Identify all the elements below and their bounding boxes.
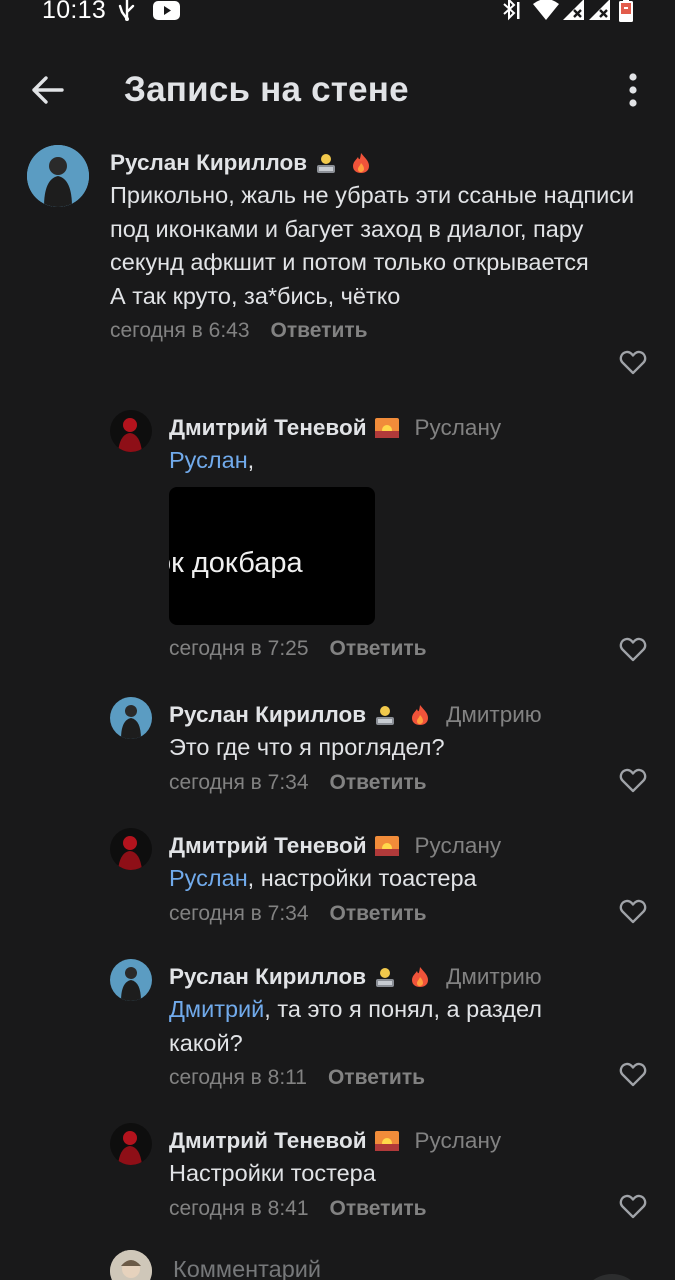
comment-time: сегодня в 7:34 xyxy=(169,901,309,925)
reply-button[interactable]: Ответить xyxy=(330,637,427,661)
avatar[interactable] xyxy=(110,959,152,1001)
heart-icon[interactable] xyxy=(619,636,647,662)
avatar[interactable] xyxy=(27,145,89,207)
comment-text: Руслан, настройки тоастера xyxy=(169,865,477,891)
heart-icon[interactable] xyxy=(619,767,647,793)
reply-button[interactable]: Ответить xyxy=(328,1066,425,1090)
send-button[interactable] xyxy=(580,1274,644,1280)
avatar[interactable] xyxy=(110,1123,152,1165)
fire-emoji xyxy=(412,705,429,725)
reply-to[interactable]: Руслану xyxy=(415,833,502,859)
comment-text: Прикольно, жаль не убрать эти ссаные над… xyxy=(110,182,635,309)
heart-icon[interactable] xyxy=(619,349,647,375)
comment-text: Настройки тостера xyxy=(169,1160,376,1186)
app-header: Запись на стене xyxy=(0,40,675,140)
comment-input[interactable]: Комментарий xyxy=(173,1256,321,1280)
comment-author[interactable]: Руслан Кириллов xyxy=(110,150,307,176)
screen: 10:13 Запись на стене Руслан Кириллов Пр… xyxy=(0,0,675,1280)
comment-body: Дмитрий Теневой Руслану Руслан, ок докба… xyxy=(169,413,639,664)
avatar-image xyxy=(110,697,152,739)
comment-item: Руслан Кириллов Дмитрию Это где что я пр… xyxy=(0,697,675,807)
avatar-image xyxy=(110,1123,152,1165)
avatar-image xyxy=(110,410,152,452)
page-title: Запись на стене xyxy=(124,70,409,109)
sunset-emoji xyxy=(374,1131,399,1151)
comment-body: Дмитрий Теневой Руслану Настройки тостер… xyxy=(169,1126,639,1224)
avatar[interactable] xyxy=(110,828,152,870)
comment-time: сегодня в 8:41 xyxy=(169,1196,309,1220)
comment-time: сегодня в 6:43 xyxy=(110,319,250,342)
sunset-emoji xyxy=(374,418,399,438)
status-time: 10:13 xyxy=(42,0,107,24)
image-attachment[interactable]: ок докбара xyxy=(169,486,375,625)
technologist-emoji xyxy=(317,154,336,173)
comment-text: Это где что я проглядел? xyxy=(169,734,445,760)
more-vertical-icon[interactable] xyxy=(610,66,656,114)
heart-icon[interactable] xyxy=(619,1193,647,1219)
comment-author[interactable]: Дмитрий Теневой xyxy=(169,1128,367,1154)
comment-item: Руслан Кириллов Прикольно, жаль не убрат… xyxy=(0,145,675,385)
comment-author[interactable]: Дмитрий Теневой xyxy=(169,415,367,441)
sunset-emoji xyxy=(374,836,399,856)
avatar xyxy=(110,1250,152,1280)
reply-button[interactable]: Ответить xyxy=(330,771,427,795)
signal-icon xyxy=(563,0,584,20)
reply-button[interactable]: Ответить xyxy=(271,319,368,343)
comment-text: Руслан, xyxy=(169,447,255,473)
comment-author[interactable]: Дмитрий Теневой xyxy=(169,833,367,859)
status-bar: 10:13 xyxy=(0,0,675,24)
comment-author[interactable]: Руслан Кириллов xyxy=(169,702,366,728)
comment-item: Руслан Кириллов Дмитрию Дмитрий, та это … xyxy=(0,959,675,1099)
avatar-image xyxy=(110,828,152,870)
usb-icon xyxy=(118,0,135,21)
comment-composer: Комментарий xyxy=(0,1238,675,1280)
technologist-emoji xyxy=(376,968,395,987)
avatar-image xyxy=(27,145,89,207)
mention-link[interactable]: Руслан xyxy=(169,865,248,891)
comment-item: Дмитрий Теневой Руслану Руслан, ок докба… xyxy=(0,410,675,670)
comment-text: Дмитрий, та это я понял, а раздел какой? xyxy=(169,996,542,1056)
mention-link[interactable]: Руслан xyxy=(169,447,248,473)
bluetooth-icon xyxy=(503,0,520,21)
technologist-emoji xyxy=(376,706,395,725)
reply-to[interactable]: Дмитрию xyxy=(446,964,542,990)
comment-time: сегодня в 7:34 xyxy=(169,770,309,794)
comment-body: Руслан Кириллов Прикольно, жаль не убрат… xyxy=(110,148,655,346)
comment-body: Руслан Кириллов Дмитрию Дмитрий, та это … xyxy=(169,962,614,1093)
fire-emoji xyxy=(412,967,429,987)
wifi-icon xyxy=(533,0,559,20)
heart-icon[interactable] xyxy=(619,898,647,924)
heart-icon[interactable] xyxy=(619,1061,647,1087)
comment-time: сегодня в 8:11 xyxy=(169,1066,307,1089)
battery-icon xyxy=(619,0,633,22)
avatar[interactable] xyxy=(110,697,152,739)
reply-button[interactable]: Ответить xyxy=(330,1197,427,1221)
comment-author[interactable]: Руслан Кириллов xyxy=(169,964,366,990)
comment-item: Дмитрий Теневой Руслану Руслан, настройк… xyxy=(0,828,675,938)
comment-time: сегодня в 7:25 xyxy=(169,636,309,660)
arrow-left-icon[interactable] xyxy=(22,66,74,114)
fire-emoji xyxy=(353,153,370,173)
avatar[interactable] xyxy=(110,410,152,452)
avatar-image xyxy=(110,959,152,1001)
signal-icon xyxy=(589,0,610,20)
youtube-icon xyxy=(153,1,180,20)
comment-body: Руслан Кириллов Дмитрию Это где что я пр… xyxy=(169,700,639,798)
reply-to[interactable]: Руслану xyxy=(415,1128,502,1154)
avatar-image xyxy=(110,1250,152,1280)
reply-to[interactable]: Дмитрию xyxy=(446,702,542,728)
reply-button[interactable]: Ответить xyxy=(330,902,427,926)
comment-item: Дмитрий Теневой Руслану Настройки тостер… xyxy=(0,1123,675,1233)
comment-body: Дмитрий Теневой Руслану Руслан, настройк… xyxy=(169,831,639,929)
attachment-caption: ок докбара xyxy=(169,546,303,579)
reply-to[interactable]: Руслану xyxy=(415,415,502,441)
mention-link[interactable]: Дмитрий xyxy=(169,996,264,1022)
